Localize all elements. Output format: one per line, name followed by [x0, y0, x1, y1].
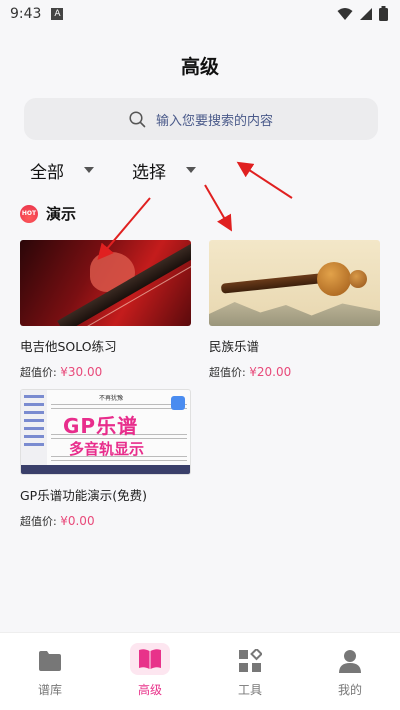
gp-demo-thumbnail[interactable]: 不再犹豫 GP乐谱 多音轨显示 [20, 389, 191, 475]
nav-label: 我的 [337, 683, 362, 697]
nav-label: 谱库 [37, 683, 62, 697]
grid-icon [239, 649, 262, 672]
caret-down-icon [84, 167, 94, 173]
score-title: 不再犹豫 [99, 395, 124, 402]
nav-label: 高级 [137, 683, 162, 697]
card-title: 民族乐谱 [209, 339, 260, 354]
search-placeholder: 输入您要搜索的内容 [155, 113, 273, 129]
wifi-icon [337, 7, 353, 20]
price-value: ¥20.00 [249, 365, 292, 379]
card-price: 超值价: ¥20.00 [209, 364, 380, 380]
price-value: ¥30.00 [60, 365, 103, 379]
nav-item-library[interactable]: 谱库 [0, 633, 100, 710]
section-header: HOT 演示 [20, 203, 76, 224]
product-card-guitar[interactable]: 电吉他SOLO练习 超值价: ¥30.00 [20, 240, 191, 380]
nav-item-tools[interactable]: 工具 [200, 633, 300, 710]
notification-icon: A [51, 8, 64, 20]
folder-icon [39, 651, 61, 671]
app-logo-icon [171, 396, 185, 410]
guitar-thumbnail[interactable] [20, 240, 191, 326]
person-icon [339, 650, 361, 673]
search-input[interactable]: 输入您要搜索的内容 [24, 98, 378, 140]
folk-instrument-thumbnail[interactable] [209, 240, 380, 326]
arrow-to-folk-card [204, 184, 233, 232]
hot-flame-icon: HOT [20, 204, 38, 223]
book-icon [139, 649, 161, 669]
nav-item-profile[interactable]: 我的 [300, 633, 400, 710]
filter-all-label: 全部 [30, 162, 64, 183]
thumb-headline: GP乐谱 [63, 414, 139, 438]
card-title: 电吉他SOLO练习 [20, 339, 117, 354]
filter-select-dropdown[interactable]: 选择 [132, 158, 196, 183]
filter-all-dropdown[interactable]: 全部 [30, 158, 94, 183]
status-bar: 9:43 A [0, 0, 400, 28]
filter-select-label: 选择 [132, 162, 166, 183]
price-label: 超值价: [209, 366, 246, 379]
price-label: 超值价: [20, 515, 57, 528]
signal-icon [360, 7, 372, 20]
arrow-to-filter [236, 161, 293, 199]
battery-icon [379, 6, 388, 21]
caret-down-icon [186, 167, 196, 173]
search-icon [129, 110, 146, 127]
status-icons [337, 6, 388, 21]
thumb-subline: 多音轨显示 [69, 440, 145, 458]
section-title: 演示 [46, 205, 77, 223]
price-value: ¥0.00 [60, 514, 95, 528]
nav-item-advanced[interactable]: 高级 [100, 633, 200, 710]
card-title: GP乐谱功能演示(免费) [20, 488, 147, 503]
bottom-navigation: 谱库 高级 工具 我的 [0, 632, 400, 710]
card-price: 超值价: ¥0.00 [20, 513, 191, 529]
product-card-folk[interactable]: 民族乐谱 超值价: ¥20.00 [209, 240, 380, 380]
page-title: 高级 [180, 56, 219, 78]
card-price: 超值价: ¥30.00 [20, 364, 191, 380]
product-card-gp-demo[interactable]: 不再犹豫 GP乐谱 多音轨显示 GP乐谱功能演示(免费) 超值价: ¥0.00 [20, 389, 191, 529]
nav-label: 工具 [237, 683, 262, 697]
price-label: 超值价: [20, 366, 57, 379]
status-time: 9:43 [10, 6, 42, 22]
